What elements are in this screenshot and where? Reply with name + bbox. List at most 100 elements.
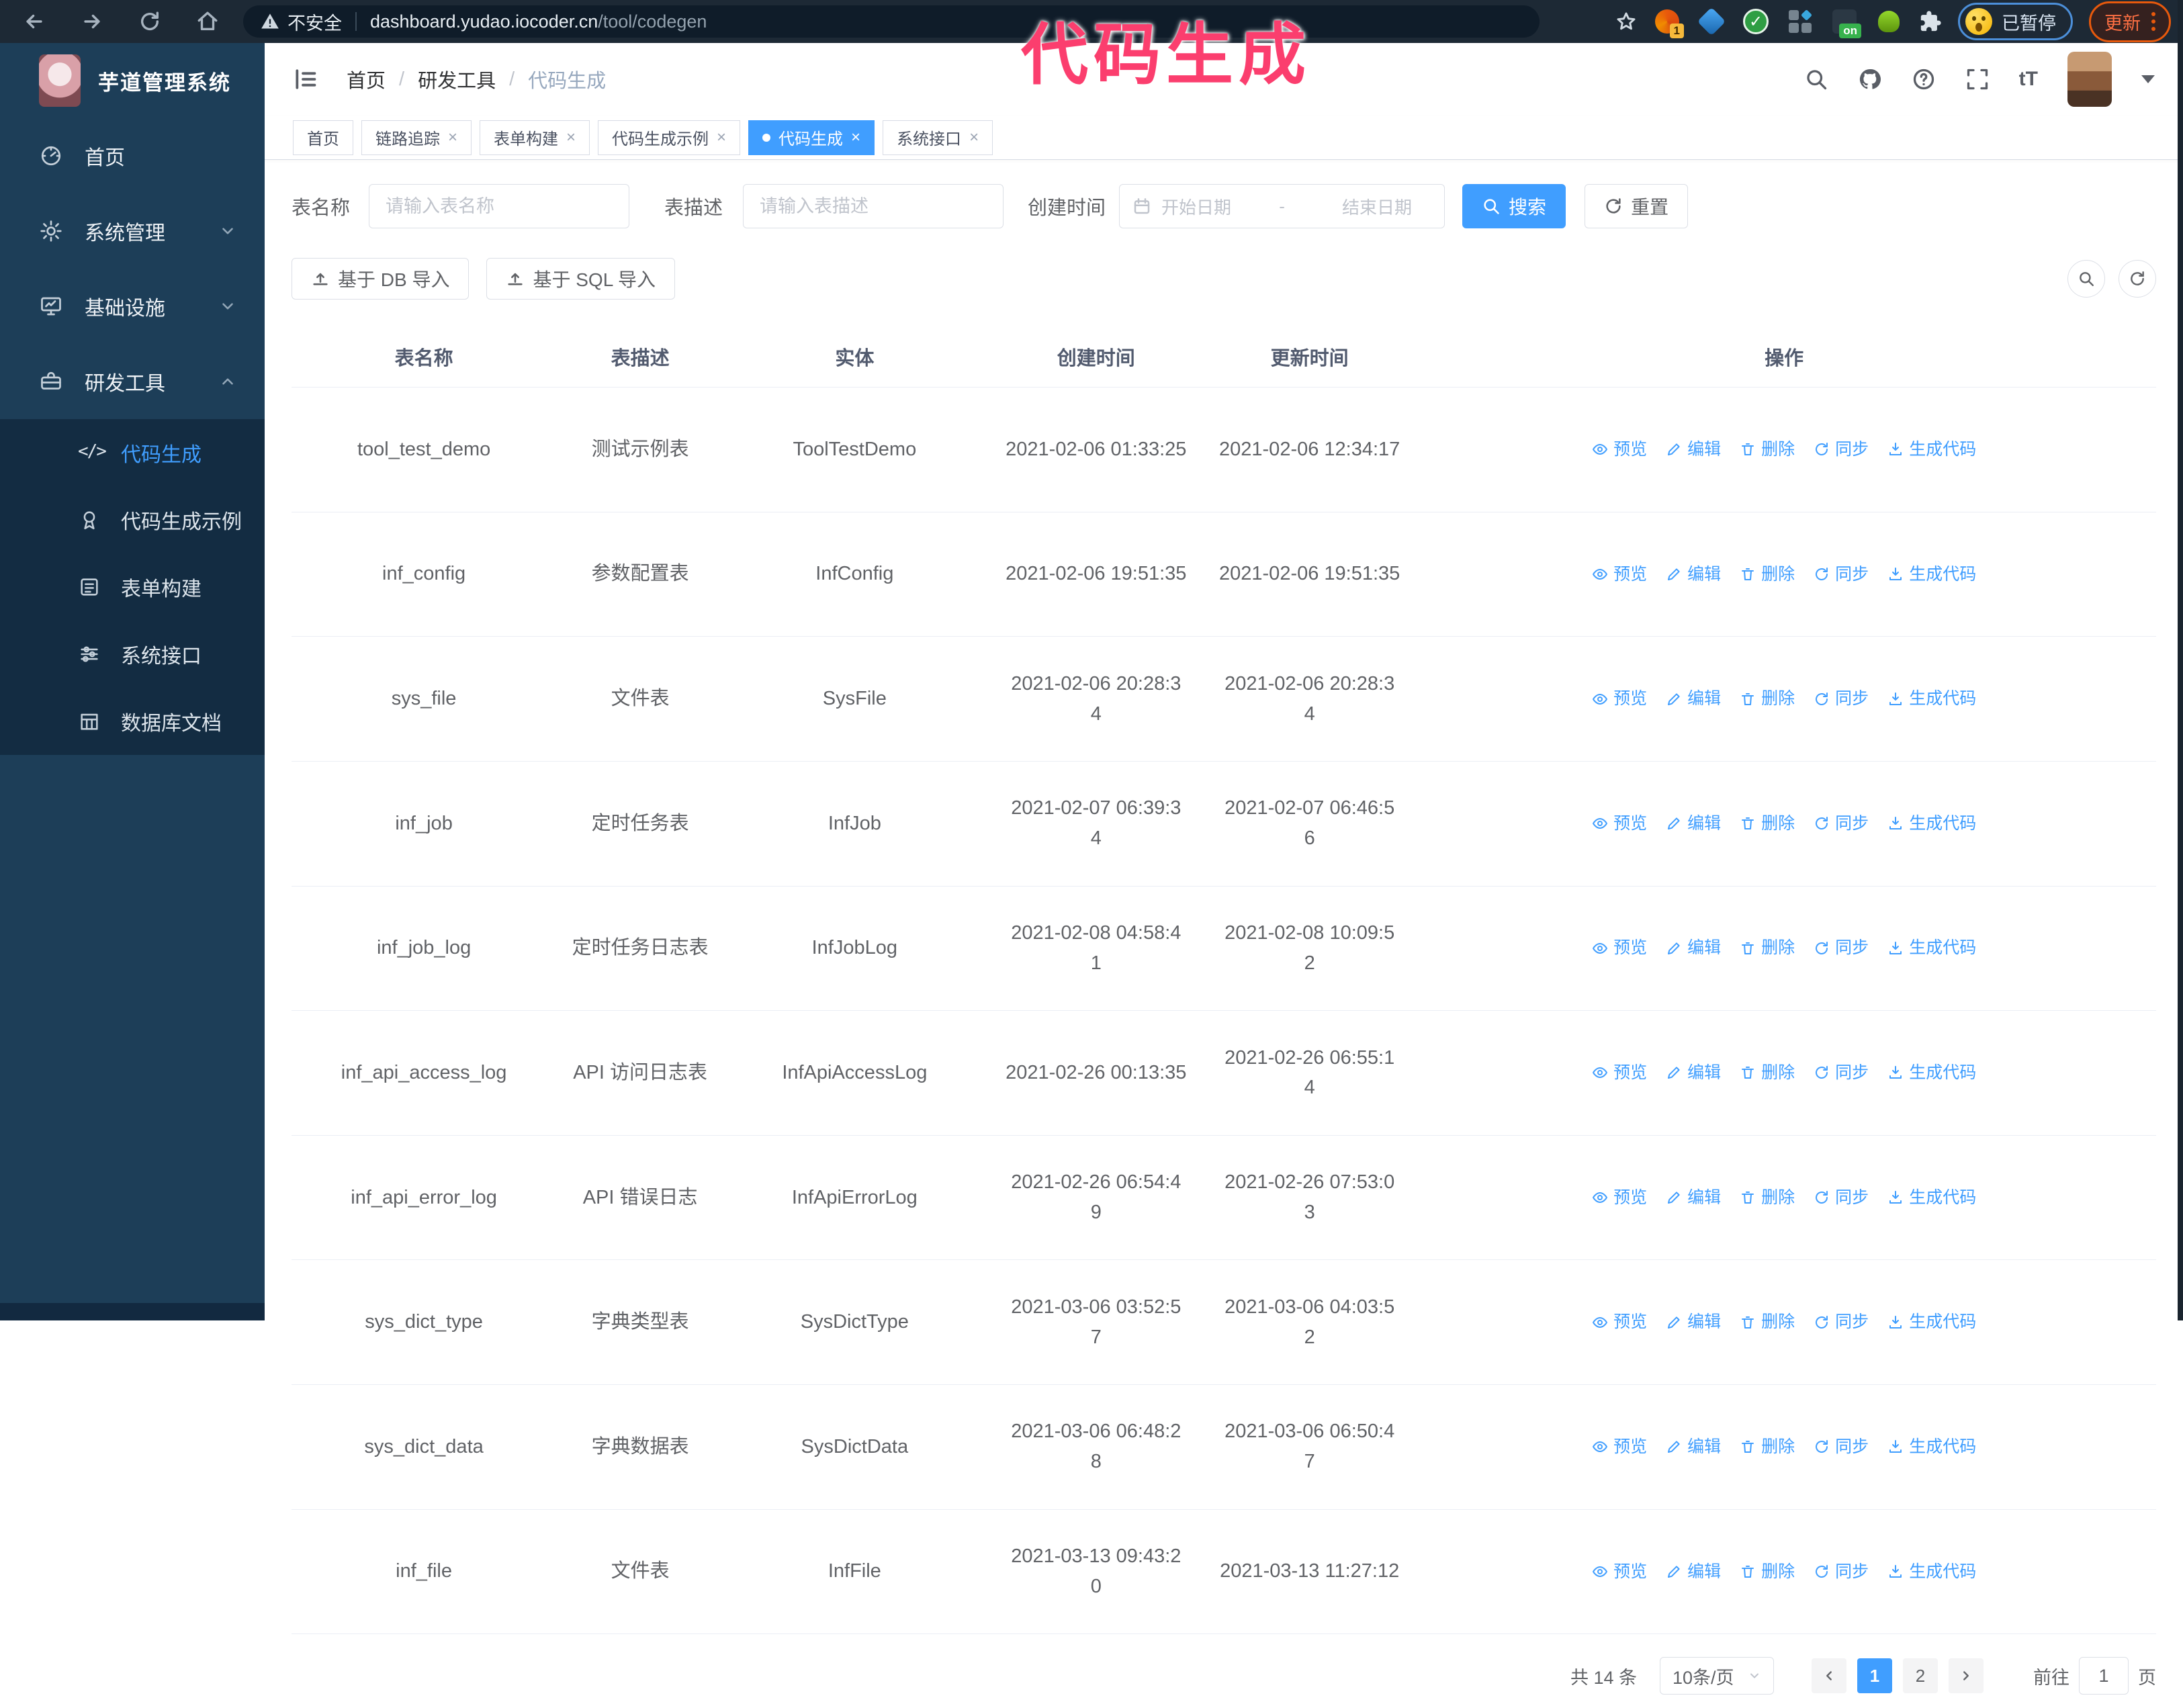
preview-link[interactable]: 预览 bbox=[1592, 686, 1647, 712]
sidebar-item-infra[interactable]: 基础设施 bbox=[0, 269, 265, 344]
sync-link[interactable]: 同步 bbox=[1814, 1185, 1869, 1211]
generate-code-link[interactable]: 生成代码 bbox=[1887, 1559, 1976, 1585]
preview-link[interactable]: 预览 bbox=[1592, 1060, 1647, 1086]
table-row[interactable]: sys_file 文件表 SysFile 2021-02-06 20:28:3 … bbox=[292, 636, 2156, 762]
extension-icon-green[interactable] bbox=[1875, 7, 1903, 36]
sidebar-item-form-builder[interactable]: 表单构建 bbox=[0, 553, 265, 621]
generate-code-link[interactable]: 生成代码 bbox=[1887, 1434, 1976, 1460]
sidebar-fold-icon[interactable] bbox=[293, 66, 318, 92]
browser-reload-icon[interactable] bbox=[138, 10, 161, 33]
preview-link[interactable]: 预览 bbox=[1592, 1185, 1647, 1211]
tab-close-icon[interactable]: × bbox=[448, 129, 457, 146]
table-row[interactable]: inf_job_log 定时任务日志表 InfJobLog 2021-02-08… bbox=[292, 886, 2156, 1012]
tab-home[interactable]: 首页 bbox=[293, 120, 353, 155]
preview-link[interactable]: 预览 bbox=[1592, 811, 1647, 837]
edit-link[interactable]: 编辑 bbox=[1666, 935, 1721, 961]
generate-code-link[interactable]: 生成代码 bbox=[1887, 811, 1976, 837]
extension-icon-grid[interactable] bbox=[1786, 7, 1814, 36]
font-size-icon[interactable]: tT bbox=[2019, 68, 2038, 91]
sidebar-collapse-bar[interactable] bbox=[0, 1303, 265, 1320]
browser-forward-icon[interactable] bbox=[81, 10, 103, 33]
generate-code-link[interactable]: 生成代码 bbox=[1887, 686, 1976, 712]
edit-link[interactable]: 编辑 bbox=[1666, 1060, 1721, 1086]
sync-link[interactable]: 同步 bbox=[1814, 1309, 1869, 1335]
delete-link[interactable]: 删除 bbox=[1740, 561, 1795, 588]
import-db-button[interactable]: 基于 DB 导入 bbox=[292, 258, 470, 300]
date-range-picker[interactable]: 开始日期 - 结束日期 bbox=[1119, 184, 1445, 228]
sync-link[interactable]: 同步 bbox=[1814, 437, 1869, 463]
bookmark-star-icon[interactable] bbox=[1615, 11, 1637, 32]
sync-link[interactable]: 同步 bbox=[1814, 686, 1869, 712]
delete-link[interactable]: 删除 bbox=[1740, 1060, 1795, 1086]
help-icon[interactable] bbox=[1912, 67, 1936, 91]
security-warning-icon[interactable] bbox=[261, 12, 279, 31]
sidebar-item-home[interactable]: 首页 bbox=[0, 118, 265, 193]
table-row[interactable]: tool_test_demo 测试示例表 ToolTestDemo 2021-0… bbox=[292, 387, 2156, 512]
user-avatar[interactable] bbox=[2067, 52, 2112, 107]
tab-close-icon[interactable]: × bbox=[969, 129, 979, 146]
sidebar-item-codegen-example[interactable]: 代码生成示例 bbox=[0, 486, 265, 553]
table-name-input[interactable] bbox=[369, 184, 630, 228]
generate-code-link[interactable]: 生成代码 bbox=[1887, 437, 1976, 463]
table-row[interactable]: sys_dict_type 字典类型表 SysDictType 2021-03-… bbox=[292, 1259, 2156, 1385]
generate-code-link[interactable]: 生成代码 bbox=[1887, 1060, 1976, 1086]
sidebar-item-system[interactable]: 系统管理 bbox=[0, 193, 265, 269]
import-sql-button[interactable]: 基于 SQL 导入 bbox=[486, 258, 676, 300]
delete-link[interactable]: 删除 bbox=[1740, 935, 1795, 961]
edit-link[interactable]: 编辑 bbox=[1666, 1559, 1721, 1585]
reset-button[interactable]: 重置 bbox=[1585, 184, 1689, 228]
page-size-select[interactable]: 10条/页 bbox=[1660, 1657, 1774, 1695]
browser-update-button[interactable]: 更新 bbox=[2089, 1, 2171, 42]
preview-link[interactable]: 预览 bbox=[1592, 437, 1647, 463]
delete-link[interactable]: 删除 bbox=[1740, 1559, 1795, 1585]
goto-page-input[interactable] bbox=[2079, 1657, 2129, 1695]
generate-code-link[interactable]: 生成代码 bbox=[1887, 1185, 1976, 1211]
extensions-puzzle-icon[interactable] bbox=[1919, 10, 1942, 33]
browser-back-icon[interactable] bbox=[23, 10, 46, 33]
tab-codegen-example[interactable]: 代码生成示例 × bbox=[598, 120, 741, 155]
sync-link[interactable]: 同步 bbox=[1814, 935, 1869, 961]
extension-icon-check[interactable]: ✓ bbox=[1742, 7, 1770, 36]
sync-link[interactable]: 同步 bbox=[1814, 1434, 1869, 1460]
preview-link[interactable]: 预览 bbox=[1592, 1559, 1647, 1585]
tab-close-icon[interactable]: × bbox=[851, 129, 860, 146]
sync-link[interactable]: 同步 bbox=[1814, 561, 1869, 588]
page-button-1[interactable]: 1 bbox=[1857, 1658, 1892, 1694]
tab-codegen[interactable]: 代码生成 × bbox=[748, 120, 875, 155]
sidebar-item-db-doc[interactable]: 数据库文档 bbox=[0, 688, 265, 755]
table-row[interactable]: sys_dict_data 字典数据表 SysDictData 2021-03-… bbox=[292, 1384, 2156, 1510]
search-button[interactable]: 搜索 bbox=[1462, 184, 1566, 228]
tab-close-icon[interactable]: × bbox=[566, 129, 576, 146]
preview-link[interactable]: 预览 bbox=[1592, 561, 1647, 588]
edit-link[interactable]: 编辑 bbox=[1666, 1185, 1721, 1211]
delete-link[interactable]: 删除 bbox=[1740, 811, 1795, 837]
extension-icon-orange[interactable]: 1 bbox=[1653, 7, 1684, 38]
sync-link[interactable]: 同步 bbox=[1814, 811, 1869, 837]
edit-link[interactable]: 编辑 bbox=[1666, 686, 1721, 712]
table-row[interactable]: inf_config 参数配置表 InfConfig 2021-02-06 19… bbox=[292, 512, 2156, 637]
generate-code-link[interactable]: 生成代码 bbox=[1887, 935, 1976, 961]
extension-icon-dark[interactable]: on bbox=[1830, 7, 1861, 38]
extension-icon-gem[interactable] bbox=[1697, 7, 1726, 36]
delete-link[interactable]: 删除 bbox=[1740, 686, 1795, 712]
delete-link[interactable]: 删除 bbox=[1740, 1434, 1795, 1460]
browser-profile-chip[interactable]: 已暂停 bbox=[1958, 3, 2073, 40]
table-row[interactable]: inf_api_error_log API 错误日志 InfApiErrorLo… bbox=[292, 1135, 2156, 1261]
sync-link[interactable]: 同步 bbox=[1814, 1559, 1869, 1585]
table-row[interactable]: inf_job 定时任务表 InfJob 2021-02-07 06:39:3 … bbox=[292, 761, 2156, 887]
github-icon[interactable] bbox=[1858, 67, 1882, 91]
next-page-button[interactable] bbox=[1949, 1658, 1984, 1694]
refresh-table-button[interactable] bbox=[2119, 260, 2156, 298]
table-desc-input[interactable] bbox=[743, 184, 1004, 228]
table-row[interactable]: inf_api_access_log API 访问日志表 InfApiAcces… bbox=[292, 1010, 2156, 1136]
delete-link[interactable]: 删除 bbox=[1740, 437, 1795, 463]
edit-link[interactable]: 编辑 bbox=[1666, 1309, 1721, 1335]
more-menu-icon[interactable] bbox=[2151, 12, 2155, 31]
sidebar-item-devtools[interactable]: 研发工具 bbox=[0, 344, 265, 419]
delete-link[interactable]: 删除 bbox=[1740, 1309, 1795, 1335]
breadcrumb-home[interactable]: 首页 bbox=[347, 65, 386, 93]
fullscreen-icon[interactable] bbox=[1965, 67, 1990, 91]
edit-link[interactable]: 编辑 bbox=[1666, 561, 1721, 588]
tab-close-icon[interactable]: × bbox=[717, 129, 726, 146]
tab-system-api[interactable]: 系统接口 × bbox=[883, 120, 993, 155]
